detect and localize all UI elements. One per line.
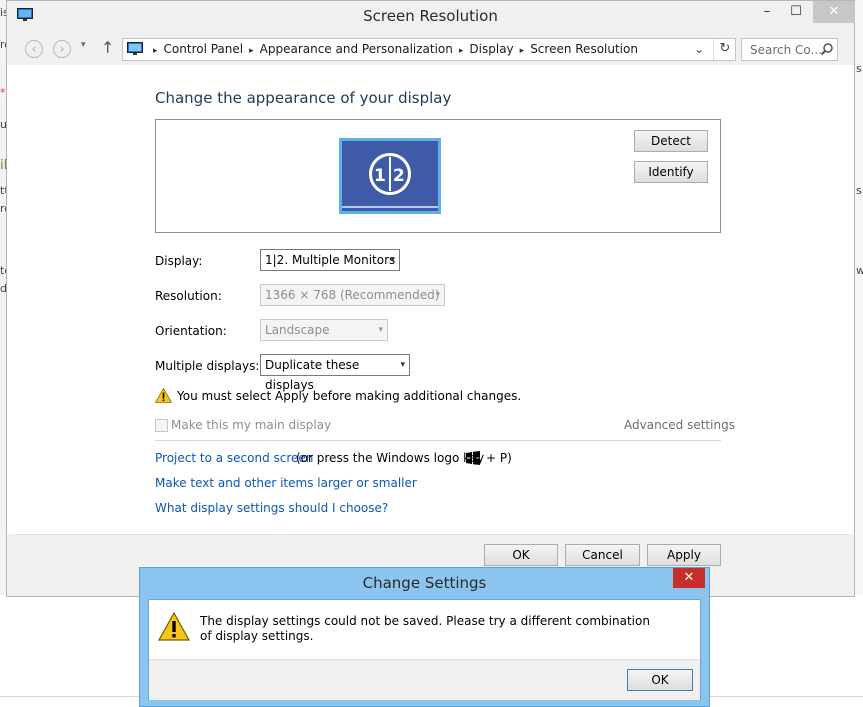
resolution-select[interactable]: 1366 × 768 (Recommended) ▾	[260, 284, 445, 306]
page-title: Change the appearance of your display	[155, 89, 452, 107]
screen-resolution-window: Screen Resolution – ☐ ✕ ‹ › ▾ ↑ ▸ Control…	[6, 0, 855, 597]
breadcrumb-separator-icon[interactable]: ▸	[153, 46, 158, 56]
window-title: Screen Resolution	[363, 7, 498, 25]
minimize-button[interactable]: –	[755, 1, 779, 23]
divider	[155, 440, 721, 441]
orientation-select[interactable]: Landscape ▾	[260, 319, 388, 341]
change-settings-dialog: Change Settings ✕ The display settings c…	[139, 567, 710, 707]
project-hint-suffix: + P)	[486, 451, 512, 465]
content-area: Change the appearance of your display 12…	[7, 65, 854, 534]
search-placeholder: Search Co...	[750, 43, 822, 57]
dialog-title: Change Settings	[362, 574, 487, 592]
footer-divider	[15, 534, 846, 535]
warning-icon	[158, 612, 190, 641]
control-panel-icon	[127, 42, 143, 55]
navigation-bar: ‹ › ▾ ↑ ▸ Control Panel ▸ Appearance and Pe…	[7, 35, 854, 63]
monitor-screen: 12	[342, 141, 438, 211]
dialog-close-button[interactable]: ✕	[673, 568, 705, 588]
detect-button[interactable]: Detect	[634, 130, 708, 152]
maximize-button[interactable]: ☐	[783, 1, 809, 23]
monitor-taskbar	[342, 206, 438, 208]
chevron-down-icon: ▾	[378, 325, 383, 335]
display-help-link[interactable]: What display settings should I choose?	[155, 501, 388, 515]
breadcrumb-separator-icon[interactable]: ▸	[520, 46, 525, 56]
close-button[interactable]: ✕	[813, 1, 855, 23]
cancel-button[interactable]: Cancel	[565, 544, 640, 566]
title-bar[interactable]: Screen Resolution – ☐ ✕	[7, 1, 855, 31]
display-select-value: 1|2. Multiple Monitors	[265, 253, 396, 267]
chevron-down-icon: ▾	[390, 255, 395, 265]
dialog-footer: OK	[149, 659, 700, 700]
apply-warning-text: You must select Apply before making addi…	[177, 389, 522, 403]
background-text-fragment: w	[856, 264, 863, 277]
warning-icon	[155, 388, 172, 403]
background-text-fragment: s	[856, 62, 862, 75]
ok-button[interactable]: OK	[484, 544, 558, 566]
address-bar[interactable]: ▸ Control Panel ▸ Appearance and Personaliz…	[122, 38, 736, 61]
refresh-icon[interactable]: ↻	[713, 39, 736, 60]
breadcrumb-control-panel[interactable]: Control Panel	[164, 42, 244, 56]
search-icon[interactable]	[820, 42, 834, 56]
breadcrumb-appearance[interactable]: Appearance and Personalization	[260, 42, 453, 56]
up-button[interactable]: ↑	[101, 38, 114, 57]
orientation-select-value: Landscape	[265, 323, 330, 337]
chevron-down-icon: ▾	[435, 290, 440, 300]
multiple-displays-label: Multiple displays:	[155, 359, 260, 373]
forward-button[interactable]: ›	[53, 40, 71, 58]
identify-button[interactable]: Identify	[634, 161, 708, 183]
dialog-ok-button[interactable]: OK	[627, 669, 693, 691]
monitor-thumbnail[interactable]: 12	[339, 138, 441, 214]
breadcrumb-screen-resolution[interactable]: Screen Resolution	[530, 42, 638, 56]
multiple-displays-select-value: Duplicate these displays	[265, 358, 360, 392]
display-preview: 12 Detect Identify	[155, 119, 721, 233]
advanced-settings-link[interactable]: Advanced settings	[624, 418, 735, 432]
address-dropdown-icon[interactable]: ⌄	[689, 39, 709, 60]
project-hint-text: (or press the Windows logo key	[296, 451, 485, 465]
chevron-down-icon: ▾	[400, 360, 405, 370]
text-size-link[interactable]: Make text and other items larger or smal…	[155, 476, 417, 490]
breadcrumb-separator-icon[interactable]: ▸	[249, 46, 254, 56]
monitor-number-badge: 12	[369, 153, 411, 195]
back-button[interactable]: ‹	[25, 40, 43, 58]
project-second-screen-link[interactable]: Project to a second screen	[155, 451, 313, 465]
dialog-message: The display settings could not be saved.…	[200, 614, 650, 643]
monitor-number: 12	[374, 166, 412, 186]
main-display-checkbox[interactable]	[155, 419, 168, 432]
display-label: Display:	[155, 254, 203, 268]
recent-locations-button[interactable]: ▾	[81, 40, 86, 50]
resolution-select-value: 1366 × 768 (Recommended)	[265, 288, 440, 302]
background-text-fragment: s	[856, 184, 862, 197]
background-text-fragment: *	[0, 86, 6, 99]
search-input[interactable]: Search Co...	[741, 38, 838, 61]
orientation-label: Orientation:	[155, 324, 227, 338]
resolution-label: Resolution:	[155, 289, 222, 303]
main-display-label: Make this my main display	[171, 418, 332, 432]
breadcrumb-separator-icon[interactable]: ▸	[459, 46, 464, 56]
windows-logo-icon	[466, 451, 480, 465]
multiple-displays-select[interactable]: Duplicate these displays ▾	[260, 354, 410, 392]
breadcrumb: ▸ Control Panel ▸ Appearance and Personaliz…	[147, 42, 638, 56]
apply-button[interactable]: Apply	[647, 544, 721, 566]
dialog-body: The display settings could not be saved.…	[148, 599, 701, 700]
display-select[interactable]: 1|2. Multiple Monitors ▾	[260, 249, 400, 271]
breadcrumb-display[interactable]: Display	[469, 42, 513, 56]
